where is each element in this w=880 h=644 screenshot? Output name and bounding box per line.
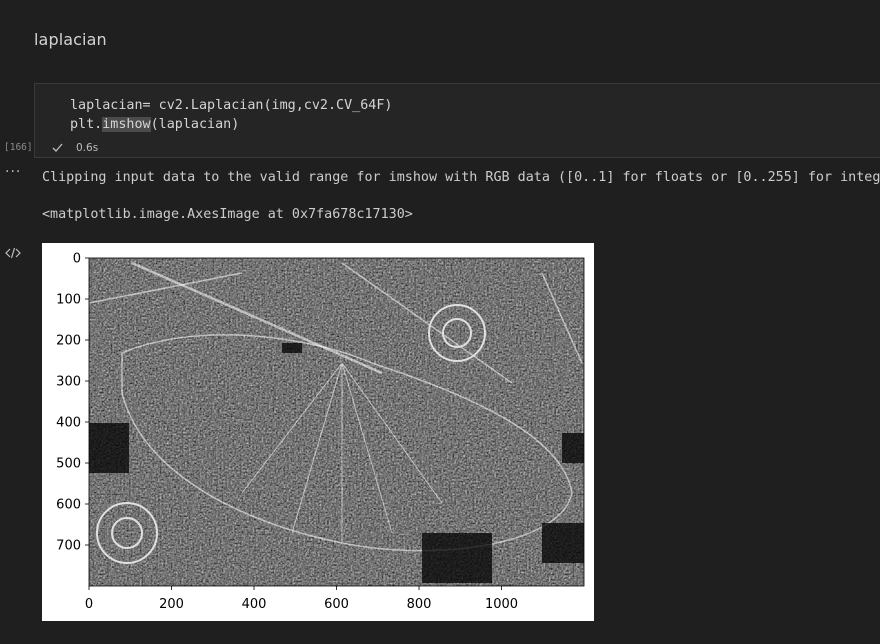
check-icon <box>52 143 63 152</box>
x-tick-label: 200 <box>159 597 184 612</box>
y-tick-label: 100 <box>56 293 81 308</box>
code-cell-editor[interactable]: laplacian= cv2.Laplacian(img,cv2.CV_64F)… <box>34 83 880 158</box>
y-tick-label: 0 <box>73 252 81 267</box>
y-axis: 0 100 200 300 400 500 600 700 <box>56 252 89 554</box>
execution-count: [166] <box>4 142 33 153</box>
search-highlight: imshow <box>102 117 151 132</box>
y-tick-label: 300 <box>56 375 81 390</box>
x-tick-label: 1000 <box>485 597 518 612</box>
markdown-heading: laplacian <box>34 30 107 49</box>
output-warning-text: Clipping input data to the valid range f… <box>42 170 880 185</box>
x-tick-label: 400 <box>242 597 267 612</box>
x-tick-label: 600 <box>324 597 349 612</box>
y-tick-label: 200 <box>56 334 81 349</box>
code-text[interactable]: laplacian= cv2.Laplacian(img,cv2.CV_64F)… <box>70 96 392 134</box>
y-tick-label: 500 <box>56 457 81 472</box>
execution-time: 0.6s <box>76 142 99 154</box>
x-tick-label: 800 <box>407 597 432 612</box>
y-tick-label: 400 <box>56 416 81 431</box>
code-toggle-icon[interactable] <box>5 246 21 260</box>
plot-output: 0 200 400 600 800 1000 0 100 200 300 400 500 600 700 <box>42 243 594 621</box>
output-repr-text: <matplotlib.image.AxesImage at 0x7fa678c… <box>42 207 413 222</box>
plot-figure: 0 200 400 600 800 1000 0 100 200 300 400 500 600 700 <box>56 252 585 612</box>
code-line-2: plt.imshow(laplacian) <box>70 117 240 132</box>
code-line-1: laplacian= cv2.Laplacian(img,cv2.CV_64F) <box>70 98 393 113</box>
y-tick-label: 700 <box>56 539 81 554</box>
output-menu-icon[interactable]: ··· <box>5 164 21 180</box>
x-tick-label: 0 <box>85 597 93 612</box>
y-tick-label: 600 <box>56 498 81 513</box>
x-axis: 0 200 400 600 800 1000 <box>85 586 518 612</box>
laplacian-image <box>89 258 584 586</box>
